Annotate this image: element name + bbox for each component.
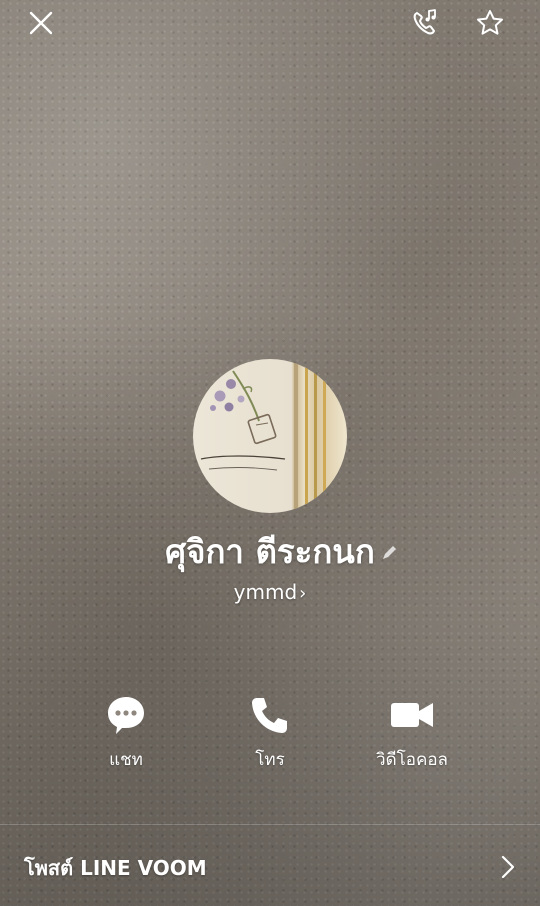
edit-pencil-icon[interactable]: [380, 544, 398, 562]
chat-bubble-icon: [108, 697, 144, 734]
ringtone-phone-icon: [413, 9, 436, 35]
avatar-photo: [200, 359, 326, 513]
status-text: ymmd: [233, 580, 298, 604]
profile-avatar[interactable]: [193, 359, 347, 513]
divider: [0, 824, 540, 825]
call-label: โทร: [255, 750, 285, 770]
favorite-button[interactable]: [473, 6, 507, 40]
chat-label: แชท: [109, 750, 143, 770]
star-icon: [477, 10, 503, 35]
video-call-button[interactable]: วิดีโอคอล: [352, 692, 472, 773]
line-voom-label: โพสต์ LINE VOOM: [24, 856, 207, 880]
video-call-label: วิดีโอคอล: [376, 750, 448, 770]
ringtone-button[interactable]: [408, 6, 442, 40]
profile-status-message[interactable]: ymmd ›: [0, 580, 540, 604]
chevron-right-icon: [501, 855, 515, 879]
profile-name: ศุจิกา ตีระกนก: [165, 532, 375, 571]
video-camera-icon: [391, 703, 433, 727]
voice-call-button[interactable]: โทร: [210, 692, 330, 773]
chat-button[interactable]: แชท: [66, 692, 186, 773]
status-chevron-icon: ›: [299, 583, 307, 604]
close-icon: [29, 11, 53, 35]
phone-icon: [252, 698, 287, 733]
close-button[interactable]: [24, 6, 58, 40]
line-voom-row[interactable]: โพสต์ LINE VOOM: [0, 826, 540, 906]
